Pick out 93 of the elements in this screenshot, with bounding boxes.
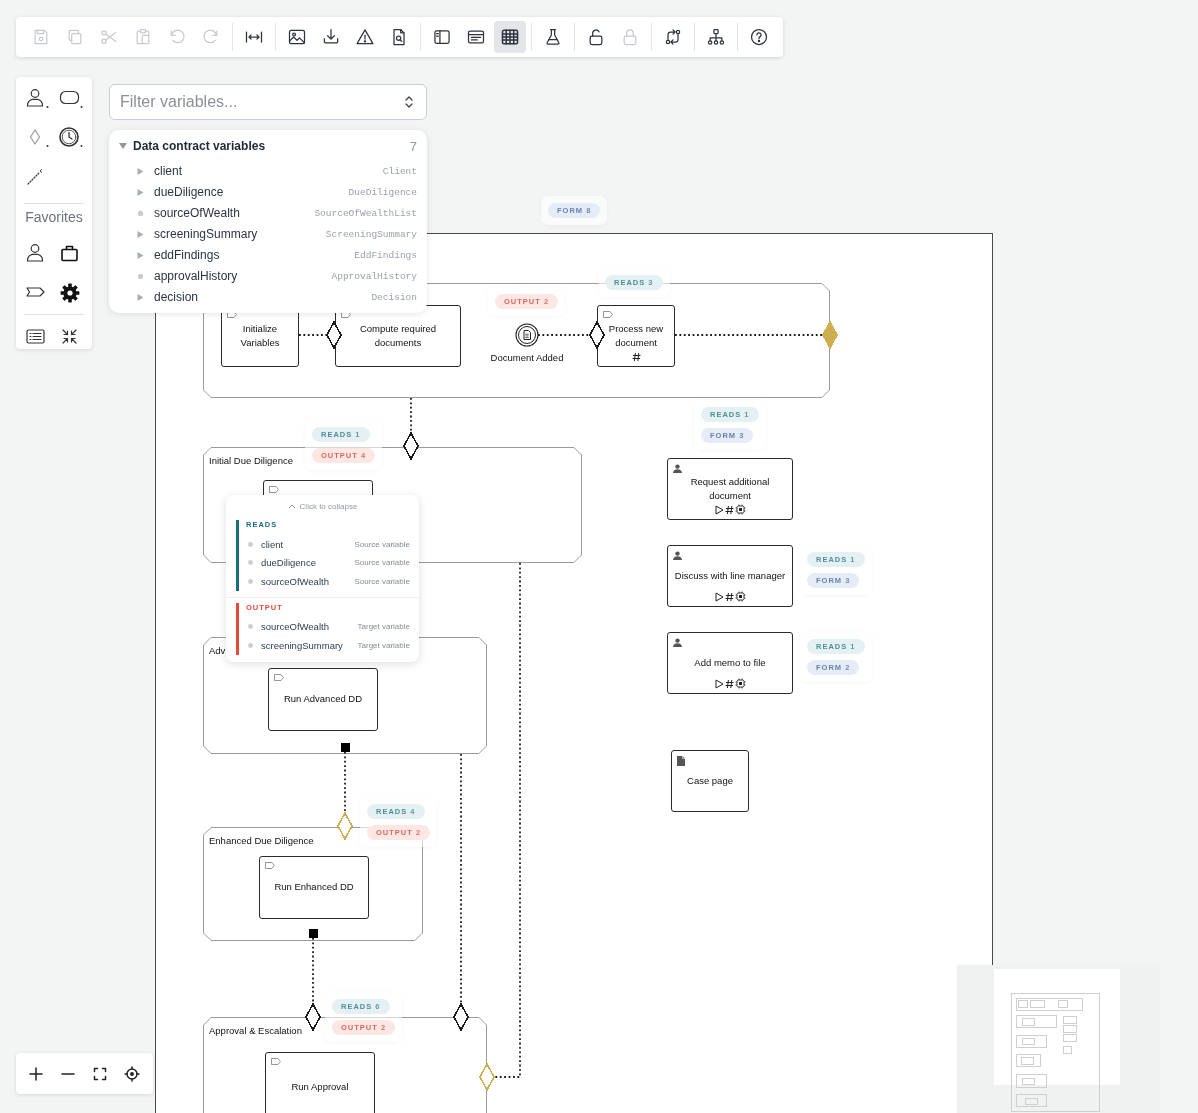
image-icon[interactable] — [287, 27, 307, 47]
sidebar-layout-icon[interactable] — [432, 27, 452, 47]
variable-name[interactable]: decision — [154, 290, 199, 304]
filter-input[interactable]: Filter variables... — [109, 84, 427, 120]
variable-role: Source variable — [354, 539, 410, 549]
variable-name[interactable]: sourceOfWealth — [154, 206, 240, 220]
tag-icon — [265, 862, 275, 869]
task-label: Add memo to file — [694, 655, 766, 670]
zoom-in-icon[interactable] — [28, 1065, 44, 1082]
document-event-icon — [515, 323, 539, 347]
variable-name: sourceOfWealth — [261, 621, 329, 633]
tag-icon — [271, 1058, 281, 1065]
variable-role: Target variable — [357, 622, 410, 632]
hash-icon — [724, 591, 734, 602]
bullet-dot-icon — [248, 642, 253, 648]
event-label: Document Added — [490, 352, 564, 364]
task-label: Run Advanced DD — [283, 692, 363, 707]
tag-icon — [227, 311, 237, 318]
flask-icon[interactable] — [543, 27, 563, 47]
variable-name[interactable]: eddFindings — [154, 248, 220, 262]
subprocess-label: Adv — [209, 645, 226, 657]
task-label: Run Approval — [291, 1079, 349, 1094]
chip-icon — [734, 591, 746, 602]
task-label: Request additional document — [689, 474, 771, 503]
task-label: Discuss with line manager — [674, 568, 786, 583]
bullet-dot-icon — [248, 578, 253, 584]
crosshair-icon[interactable] — [124, 1065, 140, 1082]
hash-icon — [631, 352, 641, 362]
variable-name[interactable]: screeningSummary — [154, 227, 258, 241]
play-outline-icon — [714, 591, 724, 602]
variable-name: client — [261, 538, 284, 550]
variable-name: dueDiligence — [261, 557, 316, 569]
fullscreen-corners-icon[interactable] — [92, 1065, 108, 1082]
task-label: Case page — [687, 773, 733, 788]
panel-title: Data contract variables — [133, 139, 266, 153]
variable-type: ScreeningSummary — [325, 228, 417, 240]
variable-role: Source variable — [354, 558, 410, 568]
hash-icon — [724, 678, 734, 689]
variable-name: screeningSummary — [261, 639, 343, 651]
task-label: Process new document — [607, 321, 665, 350]
clock-icon[interactable] — [58, 126, 84, 148]
subprocess-label: Enhanced Due Diligence — [209, 835, 314, 847]
variable-name[interactable]: dueDiligence — [154, 185, 224, 199]
task-label: Initialize Variables — [239, 321, 281, 350]
chip-icon — [734, 678, 746, 689]
hash-icon — [724, 504, 734, 515]
variable-name[interactable]: client — [154, 164, 182, 178]
subprocess-label: Approval & Escalation — [209, 1025, 302, 1037]
dotted-connector — [344, 751, 346, 813]
person-outline-icon[interactable] — [24, 87, 50, 109]
play-outline-icon — [714, 678, 724, 689]
collapse-button[interactable]: Click to collapse — [287, 500, 358, 512]
caret-icon[interactable] — [119, 143, 127, 149]
chevron-up-down-icon[interactable] — [404, 95, 414, 109]
variable-type: Client — [382, 165, 417, 177]
variable-type: ApprovalHistory — [331, 270, 417, 282]
dotted-connector — [410, 397, 412, 433]
tag-icon — [274, 674, 284, 681]
bullet-dot-icon — [248, 560, 253, 566]
variable-name[interactable]: approvalHistory — [154, 269, 238, 283]
tag-icon — [341, 311, 351, 318]
variable-type: EddFindings — [354, 249, 417, 261]
play-outline-icon — [714, 504, 724, 515]
person-icon — [673, 551, 682, 560]
document-icon — [677, 756, 685, 766]
warning-triangle-icon[interactable] — [355, 27, 375, 47]
tag-icon — [603, 311, 613, 318]
chip-icon — [734, 504, 746, 515]
dotted-connector — [537, 334, 590, 336]
variable-role: Source variable — [354, 576, 410, 586]
bullet-dot-icon — [248, 624, 253, 630]
variable-type: Decision — [371, 291, 417, 303]
table-view-button[interactable] — [494, 21, 526, 53]
variable-type: SourceOfWealthList — [314, 207, 417, 219]
task-label: Compute required documents — [358, 321, 437, 350]
dotted-connector — [298, 334, 327, 336]
person-icon — [673, 638, 682, 647]
variable-name: sourceOfWealth — [261, 575, 329, 587]
tag-icon — [269, 486, 279, 493]
person-icon — [673, 464, 682, 473]
subprocess-label: Initial Due Diligence — [209, 455, 293, 467]
dotted-connector — [312, 937, 314, 1004]
variable-type: DueDiligence — [348, 186, 417, 198]
variable-role: Target variable — [357, 640, 410, 650]
bullet-dot-icon — [248, 541, 253, 547]
swap-arrows-icon[interactable] — [663, 27, 683, 47]
variable-count: 7 — [409, 138, 417, 154]
chevron-up-icon[interactable] — [287, 503, 296, 509]
help-icon[interactable] — [749, 27, 769, 47]
hierarchy-icon[interactable] — [706, 27, 726, 47]
table-grid-icon[interactable] — [500, 27, 520, 47]
favorites-label: Favorites — [25, 208, 83, 227]
task-label: Run Enhanced DD — [274, 880, 354, 895]
